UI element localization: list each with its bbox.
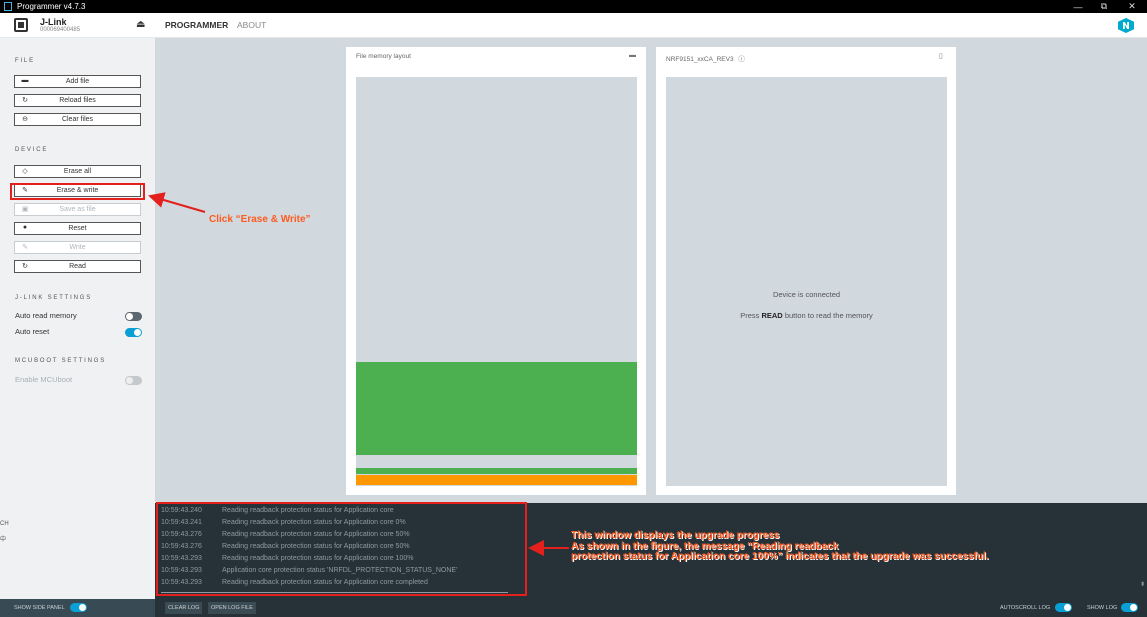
minimize-button[interactable]: — [1064, 0, 1092, 13]
show-log-toggle[interactable] [1121, 603, 1138, 612]
erase-all-label: Erase all [63, 168, 92, 175]
click-instruction: Click “Erase & Write” [209, 214, 311, 225]
log-explanation-line: protection status for Application core 1… [571, 551, 989, 562]
device-part-name: NRF9151_xxCA_REV3 [666, 56, 734, 63]
erase-write-highlight [10, 183, 145, 200]
section-title-mcuboot: MCUBOOT SETTINGS [15, 358, 107, 364]
enable-mcuboot-row[interactable]: Enable MCUboot [15, 375, 142, 387]
clear-files-button[interactable]: ⊖ Clear files [14, 113, 141, 126]
minus-circle-icon: ⊖ [22, 116, 28, 123]
device-serial[interactable]: 000069400485 [40, 27, 80, 33]
clear-log-button[interactable]: CLEAR LOG [165, 602, 203, 614]
device-icon[interactable]: ▯ [939, 52, 943, 60]
auto-reset-label: Auto reset [15, 327, 50, 336]
read-label: Read [69, 263, 86, 270]
window-titlebar: Programmer v4.7.3 — ⧉ ✕ [0, 0, 1147, 13]
window-title: Programmer v4.7.3 [17, 2, 86, 11]
device-memory-map: Device is connected Press READ button to… [666, 77, 947, 486]
autoscroll-log-toggle[interactable] [1055, 603, 1072, 612]
app-icon [4, 2, 12, 11]
dot-icon: ● [22, 224, 28, 231]
save-as-file-label: Save as file [59, 206, 96, 213]
reset-label: Reset [68, 225, 87, 232]
read-hint-text: Press READ button to read the memory [666, 311, 947, 320]
log-explanation: This window displays the upgrade progres… [571, 530, 989, 563]
show-side-panel-toggle[interactable] [70, 603, 87, 612]
folder-icon: ▬ [21, 77, 29, 84]
pencil-icon: ✎ [22, 244, 28, 251]
read-button[interactable]: ↻ Read [14, 260, 141, 273]
reload-icon: ↻ [22, 97, 28, 104]
reset-button[interactable]: ● Reset [14, 222, 141, 235]
device-memory-card: NRF9151_xxCA_REV3 ⓘ ▯ Device is connecte… [656, 47, 956, 495]
read-hint-bold: READ [761, 311, 783, 320]
refresh-icon: ↻ [22, 263, 28, 270]
save-as-file-button[interactable]: ▣ Save as file [14, 203, 141, 216]
tab-programmer[interactable]: PROGRAMMER [165, 20, 228, 30]
close-button[interactable]: ✕ [1118, 0, 1146, 13]
eraser-icon: ◇ [22, 168, 28, 175]
device-name[interactable]: J-Link [40, 17, 67, 27]
show-side-panel-label: SHOW SIDE PANEL [14, 605, 65, 611]
file-memory-title: File memory layout [356, 53, 411, 60]
auto-read-memory-label: Auto read memory [15, 311, 77, 320]
read-hint-post: button to read the memory [782, 311, 873, 320]
memory-region-app[interactable] [356, 362, 637, 455]
log-explanation-line: This window displays the upgrade progres… [571, 530, 780, 541]
enable-mcuboot-label: Enable MCUboot [15, 375, 73, 384]
read-hint-pre: Press [740, 311, 762, 320]
add-file-button[interactable]: ▬ Add file [14, 75, 141, 88]
info-icon[interactable]: ⓘ [738, 56, 745, 63]
file-memory-card: File memory layout ▬ [346, 47, 646, 495]
memory-region-orange[interactable] [356, 475, 637, 485]
clear-files-label: Clear files [61, 116, 94, 123]
eject-icon[interactable]: ⏏ [136, 19, 145, 30]
section-title-device: DEVICE [15, 147, 49, 153]
chip-icon[interactable] [14, 18, 28, 32]
nordic-logo [1118, 18, 1134, 33]
section-title-jlink: J-LINK SETTINGS [15, 295, 93, 301]
add-file-label: Add file [65, 78, 90, 85]
auto-reset-toggle[interactable] [125, 328, 142, 337]
side-panel: FILE ▬ Add file ↻ Reload files ⊖ Clear f… [0, 38, 155, 599]
reload-files-button[interactable]: ↻ Reload files [14, 94, 141, 107]
tab-about[interactable]: ABOUT [237, 20, 266, 30]
auto-read-memory-toggle[interactable] [125, 312, 142, 321]
maximize-button[interactable]: ⧉ [1090, 0, 1118, 13]
ime-mode-label: 中 [0, 537, 7, 543]
section-title-file: FILE [15, 58, 35, 64]
enable-mcuboot-toggle[interactable] [125, 376, 142, 385]
open-log-file-button[interactable]: OPEN LOG FILE [208, 602, 256, 614]
bottom-bar-side: SHOW SIDE PANEL [0, 599, 155, 617]
folder-icon[interactable]: ▬ [629, 52, 636, 59]
scroll-down-icon[interactable]: ▮ [1141, 581, 1144, 587]
auto-read-memory-row[interactable]: Auto read memory [15, 311, 142, 323]
memory-region-small[interactable] [356, 468, 637, 474]
ime-label: CH [0, 521, 9, 527]
reload-files-label: Reload files [59, 97, 96, 104]
show-log-label: SHOW LOG [1087, 605, 1118, 611]
autoscroll-log-label: AUTOSCROLL LOG [1000, 605, 1051, 611]
erase-all-button[interactable]: ◇ Erase all [14, 165, 141, 178]
write-button[interactable]: ✎ Write [14, 241, 141, 254]
save-icon: ▣ [21, 206, 29, 213]
write-label: Write [69, 244, 86, 251]
arrow-to-erase-write [148, 192, 206, 213]
auto-reset-row[interactable]: Auto reset [15, 327, 142, 339]
app-header: J-Link 000069400485 ⏏ PROGRAMMER ABOUT [0, 13, 1147, 38]
file-memory-map [356, 77, 637, 486]
device-connected-text: Device is connected [772, 290, 841, 299]
log-highlight [156, 502, 527, 596]
device-memory-title: NRF9151_xxCA_REV3 ⓘ [666, 53, 745, 63]
